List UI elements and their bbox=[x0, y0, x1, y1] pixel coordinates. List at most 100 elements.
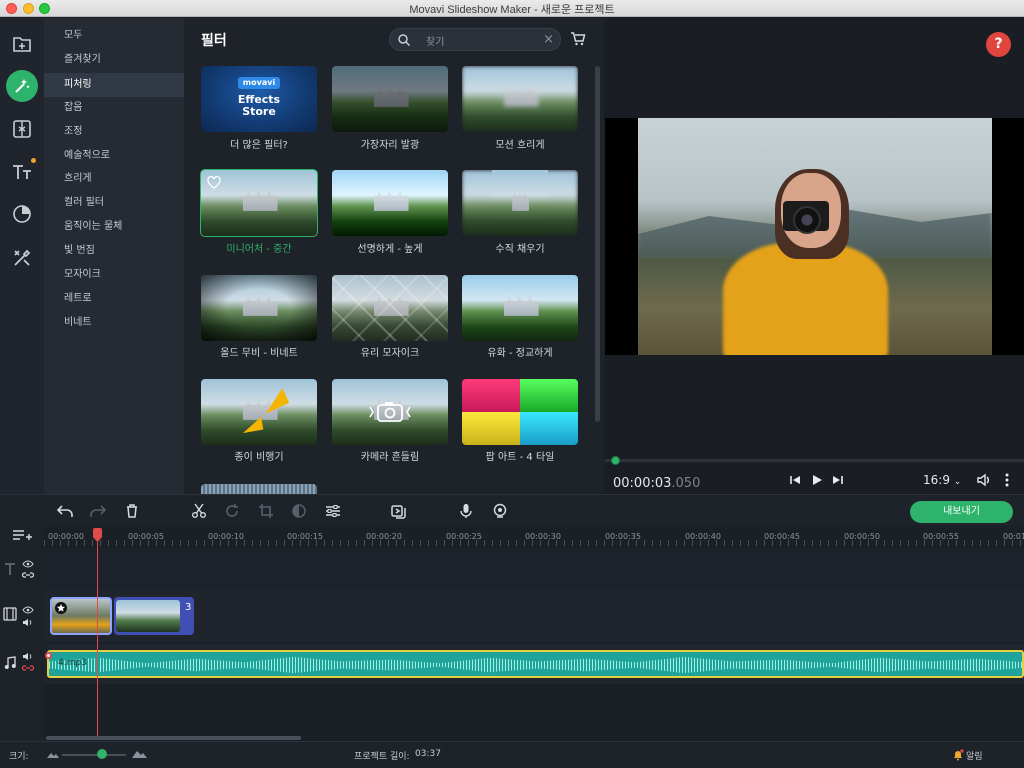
category-favorites[interactable]: 즐겨찾기 bbox=[44, 48, 184, 72]
filter-tile-vertical-fill[interactable] bbox=[462, 170, 578, 236]
project-length-label: 프로젝트 길이: bbox=[354, 752, 410, 762]
category-vignette[interactable]: 비네트 bbox=[44, 311, 184, 335]
timeline-scrollbar[interactable] bbox=[46, 736, 301, 740]
transition-wizard-icon[interactable] bbox=[391, 503, 407, 519]
clip-properties-icon[interactable] bbox=[325, 503, 341, 519]
zoom-slider-handle[interactable] bbox=[97, 749, 107, 759]
text-track[interactable] bbox=[44, 548, 1024, 590]
undo-icon[interactable] bbox=[57, 503, 73, 519]
filters-scrollbar[interactable] bbox=[595, 66, 600, 422]
title-bar: Movavi Slideshow Maker - 새로운 프로젝트 bbox=[0, 0, 1024, 17]
more-tools-icon[interactable] bbox=[6, 242, 38, 274]
filter-label: 카메라 흔들림 bbox=[360, 452, 420, 463]
filter-label: 유화 - 정교하게 bbox=[487, 348, 553, 359]
next-frame-icon[interactable] bbox=[830, 473, 844, 487]
filter-tile-pop-art[interactable] bbox=[462, 379, 578, 445]
filter-tile-motion-blur[interactable] bbox=[462, 66, 578, 132]
app-window: Movavi Slideshow Maker - 새로운 프로젝트 모두 즐겨찾… bbox=[0, 0, 1024, 768]
track-volume-icon[interactable] bbox=[22, 618, 34, 627]
aspect-ratio-select[interactable]: 16:9 ⌄ bbox=[923, 473, 961, 487]
rotate-icon[interactable] bbox=[224, 503, 240, 519]
category-featured[interactable]: 피처링 bbox=[44, 73, 184, 97]
filter-label: 가장자리 발광 bbox=[360, 140, 420, 151]
color-adjust-icon[interactable] bbox=[291, 503, 307, 519]
filter-tile-old-movie-vignette[interactable] bbox=[201, 275, 317, 341]
bell-icon[interactable] bbox=[952, 749, 964, 761]
track-volume-icon[interactable] bbox=[22, 652, 34, 661]
tool-sidebar bbox=[0, 18, 44, 494]
transitions-icon[interactable] bbox=[6, 113, 38, 145]
zoom-out-icon[interactable] bbox=[47, 752, 59, 758]
filter-tile-sharpen[interactable] bbox=[332, 170, 448, 236]
link-icon[interactable] bbox=[22, 571, 34, 579]
more-options-icon[interactable] bbox=[1003, 473, 1011, 487]
search-input[interactable]: 찾기 × bbox=[389, 28, 561, 51]
window-title: Movavi Slideshow Maker - 새로운 프로젝트 bbox=[409, 4, 615, 16]
filter-label: 올드 무비 - 비네트 bbox=[220, 348, 298, 359]
video-track-icon bbox=[3, 607, 17, 621]
help-button[interactable]: ? bbox=[986, 32, 1011, 57]
timeline: 00:00:00 00:00:05 00:00:10 00:00:15 00:0… bbox=[0, 526, 1024, 741]
video-track[interactable]: 3 bbox=[44, 590, 1024, 642]
filter-tile-glass-mosaic[interactable] bbox=[332, 275, 448, 341]
volume-icon[interactable] bbox=[976, 473, 992, 487]
filters-icon[interactable] bbox=[6, 70, 38, 102]
filter-tile-paper-plane[interactable] bbox=[201, 379, 317, 445]
visibility-eye-icon[interactable] bbox=[22, 560, 34, 568]
filter-tile-oil-paint[interactable] bbox=[462, 275, 578, 341]
video-clip-group[interactable] bbox=[114, 597, 194, 635]
export-button[interactable]: 내보내기 bbox=[910, 501, 1013, 523]
crop-icon[interactable] bbox=[258, 503, 274, 519]
star-icon bbox=[55, 602, 67, 614]
category-artistic[interactable]: 예술적으로 bbox=[44, 144, 184, 168]
delete-icon[interactable] bbox=[124, 503, 140, 519]
favorite-heart-icon[interactable] bbox=[207, 176, 221, 189]
capture-icon[interactable] bbox=[492, 503, 508, 519]
zoom-label: 크기: bbox=[9, 752, 29, 762]
filter-tile-camera-shake[interactable] bbox=[332, 379, 448, 445]
category-noise[interactable]: 잡음 bbox=[44, 96, 184, 120]
category-mosaic[interactable]: 모자이크 bbox=[44, 263, 184, 287]
category-retro[interactable]: 레트로 bbox=[44, 287, 184, 311]
filter-tile-partial[interactable] bbox=[201, 484, 317, 494]
add-track-icon[interactable] bbox=[12, 528, 32, 542]
audio-clip[interactable]: 4.mp3 bbox=[47, 650, 1024, 678]
cut-icon[interactable] bbox=[191, 503, 207, 519]
filter-tile-effects-store[interactable]: movavi Effects Store bbox=[201, 66, 317, 132]
notifications-label[interactable]: 알림 bbox=[966, 749, 983, 762]
playhead-line bbox=[97, 528, 98, 738]
filter-tile-miniature[interactable] bbox=[200, 169, 318, 237]
zoom-slider-track[interactable] bbox=[62, 754, 126, 756]
import-icon[interactable] bbox=[6, 28, 38, 60]
preview-timecode: 00:00:03.050 bbox=[613, 476, 701, 491]
link-icon[interactable] bbox=[22, 664, 34, 672]
preview-screen bbox=[605, 118, 1024, 355]
volume-keyframe[interactable] bbox=[45, 652, 52, 659]
record-voice-icon[interactable] bbox=[458, 503, 474, 519]
category-adjust[interactable]: 조정 bbox=[44, 120, 184, 144]
preview-image bbox=[638, 118, 992, 355]
filter-label: 수직 채우기 bbox=[495, 244, 545, 255]
stickers-icon[interactable] bbox=[6, 198, 38, 230]
video-clip[interactable] bbox=[50, 597, 112, 635]
cart-icon[interactable] bbox=[570, 31, 586, 47]
titles-icon[interactable] bbox=[6, 156, 38, 188]
panel-title: 필터 bbox=[201, 33, 227, 49]
filter-label: 종이 비행기 bbox=[234, 452, 284, 463]
clear-search-icon[interactable]: × bbox=[543, 31, 554, 48]
status-bar: 크기: 프로젝트 길이: 03:37 알림 bbox=[0, 741, 1024, 768]
category-blur[interactable]: 흐리게 bbox=[44, 167, 184, 191]
filter-label: 유리 모자이크 bbox=[360, 348, 420, 359]
redo-icon[interactable] bbox=[90, 503, 106, 519]
filter-tile-edge-glow[interactable] bbox=[332, 66, 448, 132]
zoom-in-icon[interactable] bbox=[132, 750, 147, 758]
category-light-leaks[interactable]: 빛 번짐 bbox=[44, 239, 184, 263]
preview-seek-bar[interactable] bbox=[605, 459, 1024, 462]
previous-frame-icon[interactable] bbox=[789, 473, 803, 487]
category-color-filters[interactable]: 컬러 필터 bbox=[44, 191, 184, 215]
preview-seek-handle[interactable] bbox=[611, 456, 620, 465]
category-moving-objects[interactable]: 움직이는 물체 bbox=[44, 215, 184, 239]
visibility-eye-icon[interactable] bbox=[22, 606, 34, 614]
category-all[interactable]: 모두 bbox=[44, 24, 184, 48]
play-icon[interactable] bbox=[810, 473, 824, 487]
